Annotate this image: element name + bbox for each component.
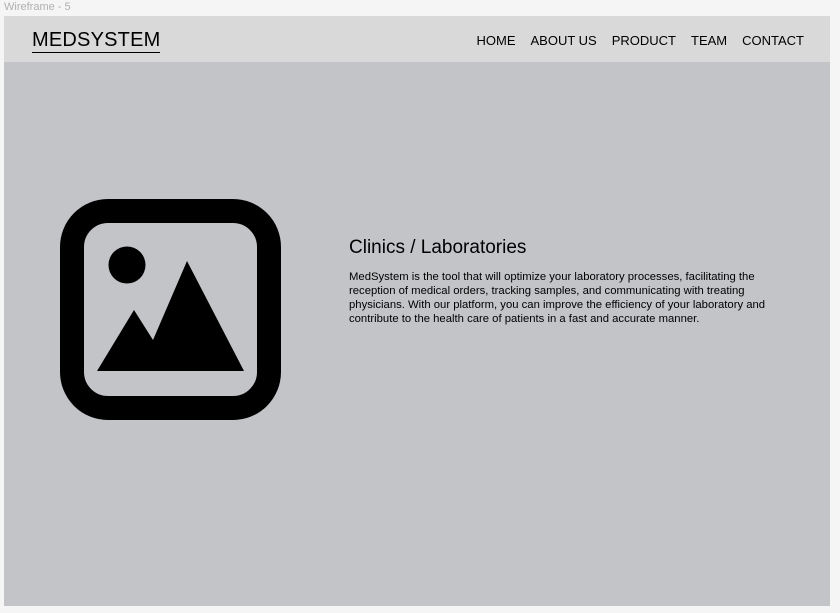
nav-item-home[interactable]: HOME [477,33,516,48]
image-icon-graphic [60,199,281,420]
nav-item-product[interactable]: PRODUCT [612,33,676,48]
frame-label: Wireframe - 5 [4,1,71,13]
content-title: Clinics / Laboratories [349,237,527,258]
wireframe-page: MEDSYSTEM HOME ABOUT US PRODUCT TEAM CON… [4,16,830,606]
nav-item-contact[interactable]: CONTACT [742,33,804,48]
site-logo[interactable]: MEDSYSTEM [32,29,161,53]
nav-item-team[interactable]: TEAM [691,33,727,48]
content-block: Clinics / Laboratories MedSystem is the … [349,237,779,326]
main-nav: HOME ABOUT US PRODUCT TEAM CONTACT [477,33,805,48]
nav-item-about-us[interactable]: ABOUT US [531,33,597,48]
sun-shape [108,246,146,284]
image-placeholder-icon [60,199,281,420]
header: MEDSYSTEM HOME ABOUT US PRODUCT TEAM CON… [4,16,830,62]
content-description: MedSystem is the tool that will optimize… [349,271,766,325]
